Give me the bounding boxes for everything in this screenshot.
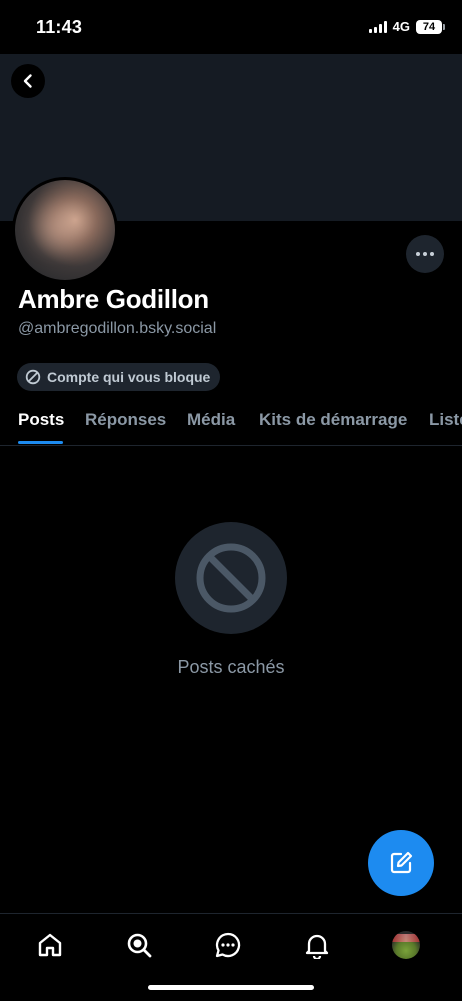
- ellipsis-icon: [416, 252, 420, 256]
- posts-hidden-icon: [175, 522, 287, 634]
- search-icon: [127, 933, 152, 958]
- tab-replies[interactable]: Réponses: [85, 410, 166, 430]
- profile-handle: @ambregodillon.bsky.social: [18, 320, 217, 337]
- chevron-left-icon: [23, 74, 32, 88]
- status-time: 11:43: [36, 17, 83, 37]
- tab-starter-packs[interactable]: Kits de démarrage: [259, 410, 407, 430]
- nav-notifications[interactable]: [302, 930, 332, 960]
- status-bar: 11:43 4G 74: [0, 0, 462, 54]
- user-avatar: [392, 931, 420, 959]
- battery-icon: 74: [416, 19, 445, 34]
- display-name: Ambre Godillon: [18, 284, 209, 314]
- more-options-button[interactable]: [406, 235, 444, 273]
- blocked-status-label: Compte qui vous bloque: [47, 369, 211, 385]
- tab-media[interactable]: Média: [187, 410, 235, 430]
- bell-icon: [305, 934, 329, 959]
- tab-lists[interactable]: Listes: [429, 410, 462, 430]
- ban-icon: [196, 543, 266, 613]
- home-icon: [38, 933, 62, 957]
- compose-button[interactable]: [368, 830, 434, 896]
- profile-avatar[interactable]: [12, 177, 118, 283]
- chat-icon: [215, 932, 241, 958]
- signal-icon: [368, 20, 387, 33]
- ban-icon: [25, 369, 41, 385]
- nav-search[interactable]: [124, 930, 154, 960]
- network-type: 4G: [392, 19, 410, 34]
- compose-icon: [390, 851, 413, 874]
- profile-tabs: Posts Réponses Média Kits de démarrage L…: [0, 400, 462, 446]
- empty-state-text: Posts cachés: [177, 657, 285, 677]
- nav-chat[interactable]: [213, 930, 243, 960]
- back-button[interactable]: [11, 64, 45, 98]
- blocked-status-badge[interactable]: Compte qui vous bloque: [17, 363, 221, 391]
- nav-profile[interactable]: [391, 930, 421, 960]
- home-indicator: [148, 985, 314, 990]
- tab-posts[interactable]: Posts: [18, 410, 64, 430]
- nav-home[interactable]: [35, 930, 65, 960]
- active-tab-indicator: [18, 441, 63, 444]
- status-indicators: 4G 74: [368, 19, 445, 34]
